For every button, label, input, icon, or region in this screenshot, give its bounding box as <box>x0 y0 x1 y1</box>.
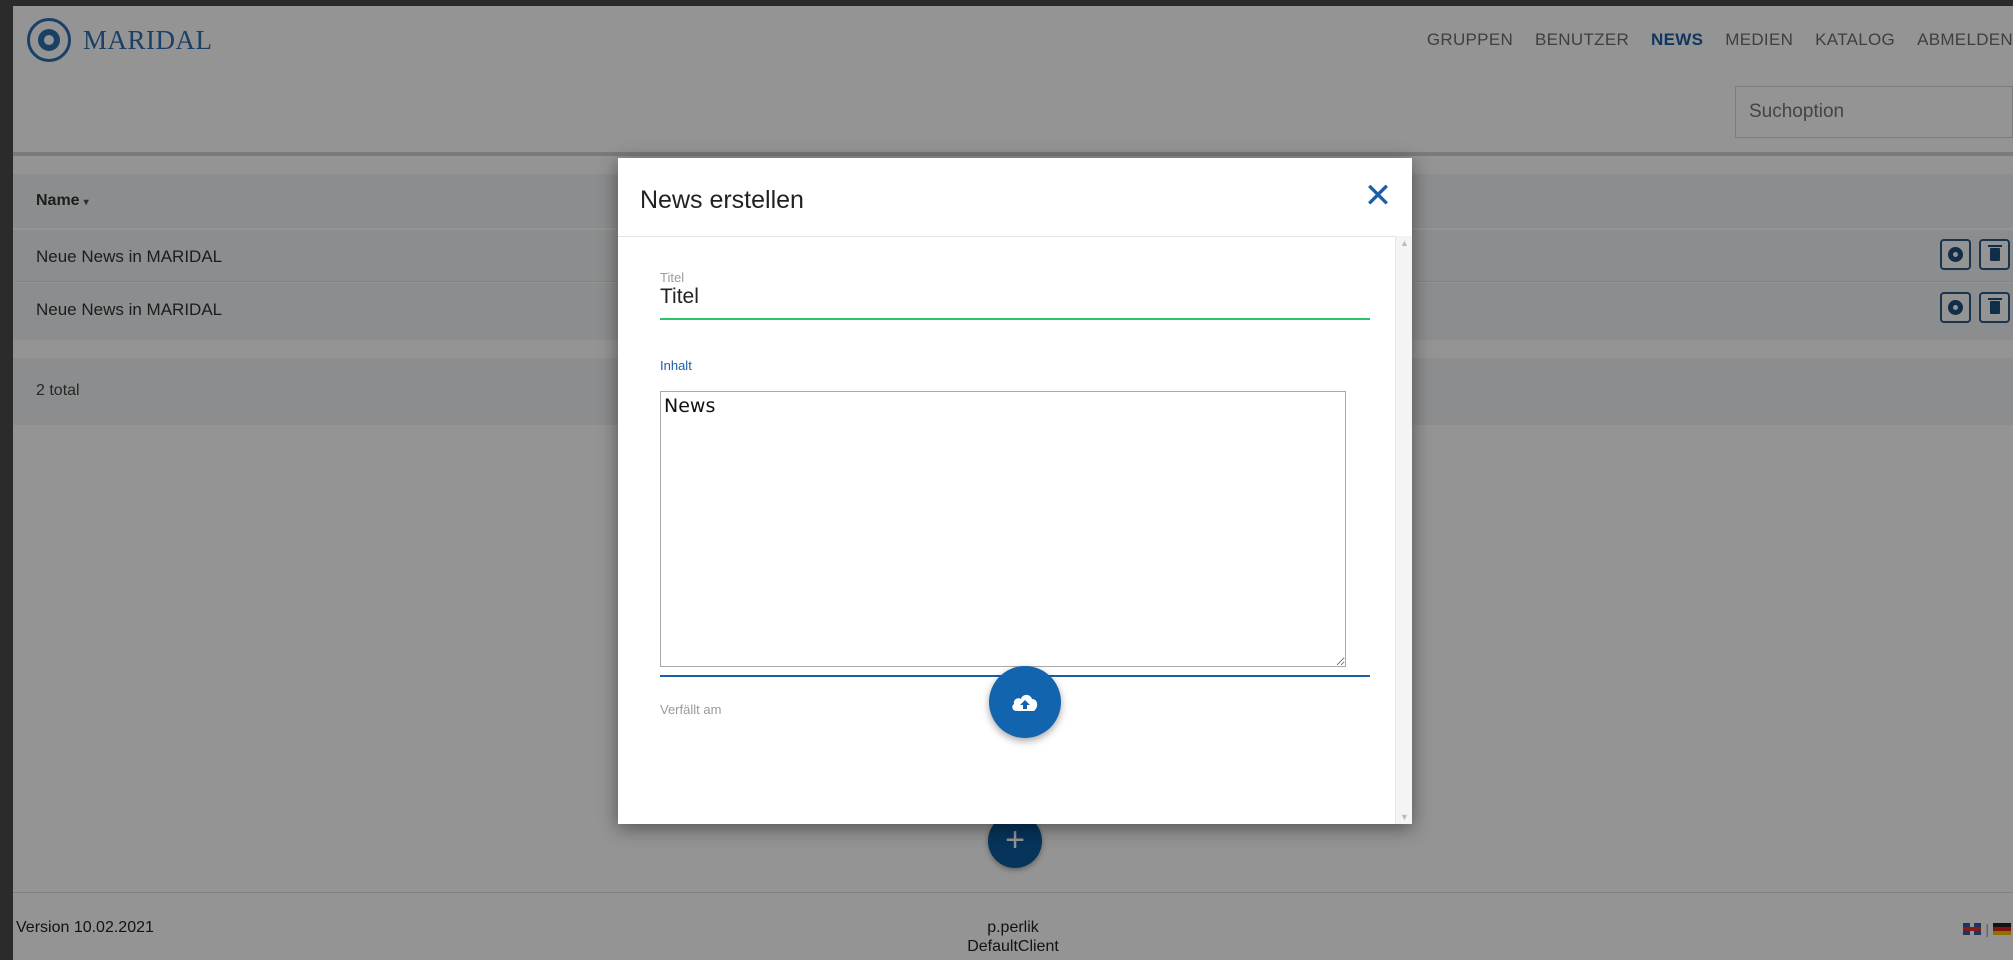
app-window: MARIDAL GRUPPEN BENUTZER NEWS MEDIEN KAT… <box>13 6 2013 960</box>
titel-input[interactable] <box>660 276 1370 320</box>
dialog-scrollbar[interactable]: ▲ ▼ <box>1395 236 1412 824</box>
upload-button[interactable] <box>989 666 1061 738</box>
scroll-down-arrow-icon[interactable]: ▼ <box>1400 812 1409 822</box>
close-icon[interactable]: ✕ <box>1362 179 1394 213</box>
expires-label: Verfällt am <box>660 702 722 717</box>
scroll-up-arrow-icon[interactable]: ▲ <box>1400 238 1409 248</box>
inhalt-textarea[interactable]: News <box>660 391 1346 667</box>
dialog-body: Titel Inhalt News Verfällt am <box>618 236 1396 824</box>
dialog-header: News erstellen ✕ <box>618 158 1412 237</box>
cloud-upload-icon <box>1012 694 1038 711</box>
dialog-title: News erstellen <box>640 186 804 214</box>
create-news-dialog: News erstellen ✕ Titel Inhalt News Verfä… <box>618 158 1412 824</box>
inhalt-label: Inhalt <box>660 358 692 373</box>
